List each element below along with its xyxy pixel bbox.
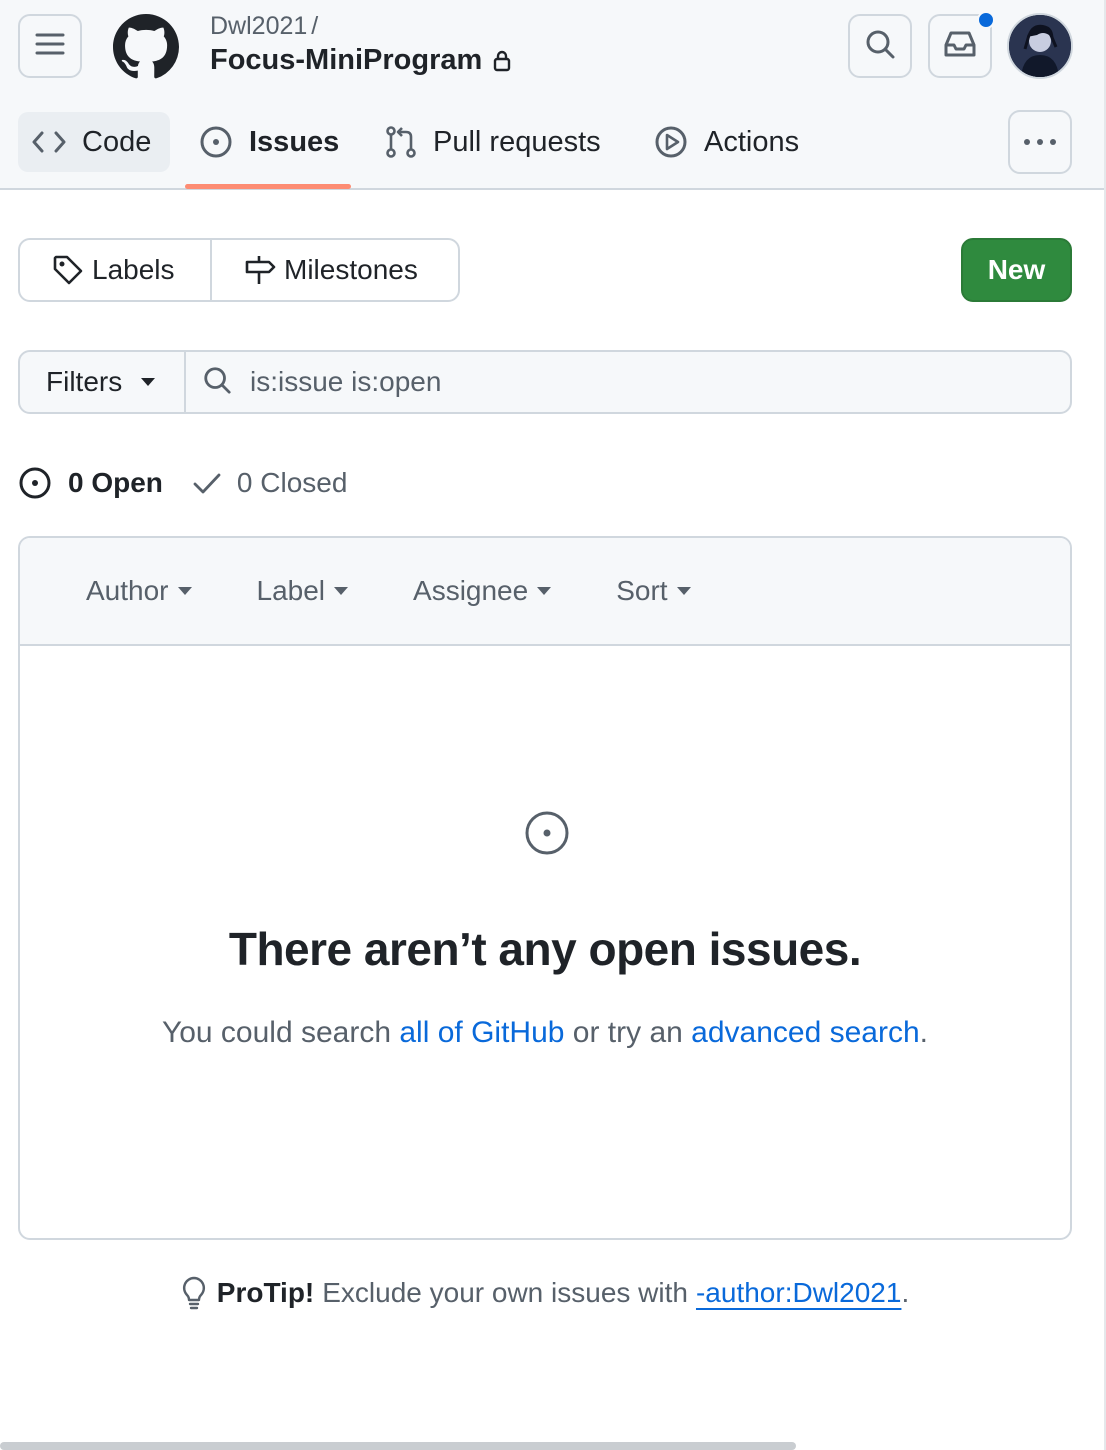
selected-tab-indicator (185, 184, 351, 189)
author-label: Author (86, 575, 169, 606)
more-tabs-button[interactable] (1008, 110, 1072, 174)
empty-text-before: You could search (161, 1016, 400, 1049)
label-label: Label (256, 575, 326, 606)
notification-indicator (977, 11, 995, 29)
github-mark-icon[interactable] (113, 14, 179, 80)
open-issues-link[interactable]: 0 Open (18, 466, 163, 500)
filters-dropdown[interactable]: Filters (20, 352, 186, 412)
open-count-label: 0 Open (68, 467, 163, 498)
labels-button[interactable]: Labels (20, 240, 212, 300)
play-icon (654, 125, 688, 159)
caret-down-icon (536, 586, 552, 596)
issue-filter-bar: Filters (18, 350, 1072, 414)
advanced-search-link[interactable]: advanced search (691, 1016, 920, 1049)
closed-count-label: 0 Closed (236, 467, 348, 498)
empty-text-middle: or try an (564, 1016, 692, 1049)
exclude-author-link[interactable]: -author:Dwl2021 (696, 1277, 901, 1309)
tab-pull-requests[interactable]: Pull requests (385, 112, 601, 172)
tab-code[interactable]: Code (18, 112, 170, 172)
hamburger-icon (34, 31, 66, 62)
owner-name[interactable]: Dwl2021 (210, 12, 307, 40)
filters-label: Filters (46, 366, 123, 397)
check-icon (193, 472, 221, 494)
labels-milestones-group: Labels Milestones (18, 238, 460, 302)
tab-label: Actions (704, 125, 800, 158)
empty-state: There aren’t any open issues. You could … (20, 646, 1070, 1238)
issue-opened-icon (18, 466, 52, 500)
code-icon (32, 130, 66, 154)
protip-text: Exclude your own issues with (322, 1277, 688, 1308)
search-icon (202, 365, 232, 400)
sort-label: Sort (616, 575, 668, 606)
horizontal-scrollbar[interactable] (0, 1442, 796, 1450)
tag-icon (52, 254, 84, 286)
issues-list-box: Author Label Assignee Sort There aren’t … (18, 536, 1072, 1240)
tab-label: Issues (249, 125, 340, 158)
repo-name-link[interactable]: Focus-MiniProgram (210, 44, 512, 77)
sort-dropdown[interactable]: Sort (616, 575, 691, 607)
empty-text-after: . (919, 1016, 929, 1049)
protip-title: ProTip! (216, 1277, 315, 1308)
empty-state-text: You could search all of GitHub or try an… (20, 1016, 1070, 1050)
light-bulb-icon (181, 1276, 207, 1310)
tab-issues[interactable]: Issues (199, 112, 339, 172)
milestone-icon (244, 254, 276, 286)
search-field[interactable] (186, 352, 1070, 412)
issues-list-header: Author Label Assignee Sort (20, 538, 1070, 646)
milestones-button[interactable]: Milestones (212, 240, 418, 300)
repo-owner[interactable]: Dwl2021/ (210, 12, 318, 41)
kebab-horizontal-icon (1023, 133, 1057, 151)
lock-icon (492, 49, 512, 73)
empty-state-title: There aren’t any open issues. (228, 923, 862, 975)
repo-header: Dwl2021/ Focus-MiniProgram Code Issues P… (0, 0, 1106, 190)
caret-down-icon (177, 586, 193, 596)
tab-label: Pull requests (433, 125, 601, 158)
git-pull-request-icon (385, 125, 417, 159)
search-icon (864, 28, 896, 65)
owner-separator: / (311, 12, 319, 40)
avatar[interactable] (1007, 13, 1073, 79)
all-of-github-link[interactable]: all of GitHub (399, 1016, 564, 1049)
issue-opened-icon (523, 809, 571, 862)
closed-issues-link[interactable]: 0 Closed (193, 467, 348, 499)
inbox-icon (943, 29, 977, 64)
repo-name[interactable]: Focus-MiniProgram (210, 44, 482, 77)
label-dropdown[interactable]: Label (257, 575, 350, 607)
issue-opened-icon (199, 125, 233, 159)
issue-state-counts: 0 Open 0 Closed (18, 466, 347, 500)
assignee-label: Assignee (413, 575, 529, 606)
protip-after: . (901, 1277, 910, 1308)
caret-down-icon (676, 586, 692, 596)
assignee-dropdown[interactable]: Assignee (413, 575, 552, 607)
caret-down-icon (333, 586, 349, 596)
tab-actions[interactable]: Actions (654, 112, 799, 172)
labels-label: Labels (92, 254, 175, 285)
menu-button[interactable] (18, 14, 82, 78)
caret-down-icon (140, 377, 156, 387)
milestones-label: Milestones (284, 254, 418, 285)
search-button[interactable] (848, 14, 912, 78)
tab-label: Code (82, 125, 152, 158)
new-issue-button[interactable]: New (961, 238, 1072, 302)
author-dropdown[interactable]: Author (86, 575, 193, 607)
protip: ProTip! Exclude your own issues with -au… (0, 1276, 1090, 1310)
issue-search-input[interactable] (250, 366, 1030, 398)
